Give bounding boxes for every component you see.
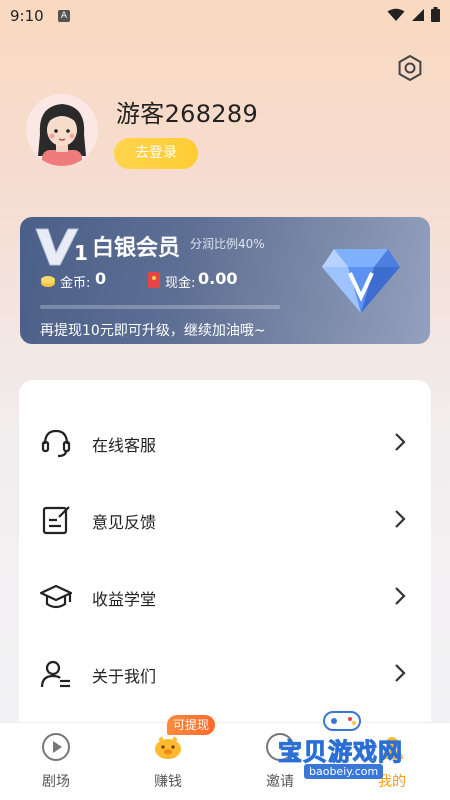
upgrade-progress-bar [40,305,280,309]
tab-theater[interactable]: 剧场 [0,723,112,800]
coin-icon [41,276,55,287]
tab-label: 剧场 [42,774,70,790]
chevron-right-icon [395,433,406,451]
tab-label: 赚钱 [154,774,182,790]
chevron-right-icon [395,587,406,605]
watermark-url: baobeiy.com [304,764,384,779]
watermark-text: 宝贝游戏网 [278,738,403,767]
play-circle-icon [42,733,70,761]
gamepad-icon [323,711,361,731]
vip-level-logo: 1 [34,227,88,271]
chevron-right-icon [395,664,406,682]
vip-ratio: 分润比例40% [190,237,265,251]
wifi-icon [387,8,405,21]
vip-card[interactable]: 1 白银会员 分润比例40% 金币: 0 现金: 0.00 再提现10元即可升级… [20,217,430,344]
chevron-right-icon [395,510,406,528]
withdrawable-badge: 可提现 [167,715,216,735]
coin-label: 金币: [60,276,91,291]
graduation-cap-icon [39,584,73,609]
upgrade-hint: 再提现10元即可升级，继续加油哦~ [40,323,266,339]
watermark: 宝贝游戏网 baobeiy.com [270,702,440,792]
signal-icon [412,8,424,21]
login-button[interactable]: 去登录 [114,138,198,169]
notification-icon: A [58,10,70,22]
headset-icon [41,429,71,458]
menu-item-earnings-academy[interactable]: 收益学堂 [19,558,431,636]
menu-label: 意见反馈 [92,513,157,532]
status-time: 9:10 [10,7,44,25]
menu-item-customer-service[interactable]: 在线客服 [19,404,431,482]
menu-label: 在线客服 [92,436,157,455]
piggy-bank-icon [155,736,181,759]
cash-value: 0.00 [198,269,238,288]
cash-label: 现金: [165,276,196,291]
user-list-icon [40,660,70,688]
avatar[interactable] [26,94,98,166]
red-envelope-icon [148,272,160,288]
status-bar: 9:10 A [0,0,450,32]
status-icons [387,7,440,22]
menu-item-feedback[interactable]: 意见反馈 [19,481,431,559]
edit-note-icon [42,506,70,535]
menu-card: 在线客服 意见反馈 收益学堂 关于我们 [19,380,431,750]
coin-value: 0 [95,269,107,288]
tab-earn[interactable]: 可提现 赚钱 [112,715,224,800]
menu-label: 关于我们 [92,667,157,686]
menu-label: 收益学堂 [92,590,157,609]
username: 游客268289 [116,100,259,128]
battery-icon [431,7,440,22]
settings-gear-icon[interactable] [396,54,424,82]
diamond-icon [322,249,400,313]
avatar-girl-icon [38,104,86,166]
vip-title: 白银会员 [92,236,181,261]
vip-level-number: 1 [74,241,88,265]
